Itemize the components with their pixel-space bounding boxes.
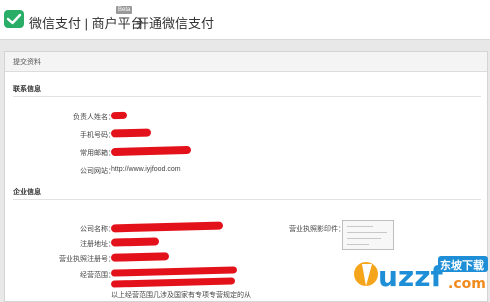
section-divider <box>13 96 481 97</box>
watermark-url: .com <box>448 276 486 292</box>
redacted-email <box>110 145 192 157</box>
top-header: 微信支付 | 商户平台 Beta 开通微信支付 <box>0 0 490 40</box>
business-scope-note: 以上经营范围几涉及国家有专项专营规定的从 <box>111 292 251 299</box>
phone-label: 手机号码： <box>80 132 115 139</box>
panel-header: 提交资料 <box>5 52 487 72</box>
redacted-address <box>110 237 160 247</box>
redacted-scope-line-1 <box>110 266 238 277</box>
redacted-license-number <box>110 252 170 262</box>
name-label: 负责人姓名： <box>73 114 115 121</box>
email-label: 常用邮箱： <box>80 150 115 157</box>
business-scope-label: 经营范围： <box>80 272 115 279</box>
watermark-brand: uzzf <box>378 260 444 293</box>
redacted-name <box>110 111 128 120</box>
address-label: 注册地址： <box>80 241 115 248</box>
contact-section-title: 联系信息 <box>13 86 41 93</box>
license-copy-label: 营业执照影印件： <box>289 226 345 233</box>
section-divider <box>13 199 481 200</box>
panel-heading: 提交资料 <box>13 59 41 66</box>
redacted-phone <box>110 128 152 138</box>
uzzf-watermark-logo: uzzf 东坡下载 .com <box>354 256 488 293</box>
page-subtitle: 开通微信支付 <box>136 16 215 31</box>
watermark-tagline: 东坡下载 <box>440 258 484 272</box>
platform-title: 微信支付 | 商户平台 <box>29 16 144 31</box>
license-number-label: 营业执照注册号： <box>59 256 115 263</box>
company-section-title: 企业信息 <box>13 189 41 196</box>
website-value: http://www.iyjfood.com <box>111 166 181 173</box>
beta-badge: Beta <box>116 6 133 14</box>
company-name-label: 公司名称： <box>80 226 115 233</box>
redacted-company-name <box>110 221 224 233</box>
wechat-pay-logo-icon <box>4 10 24 28</box>
website-label: 公司网站： <box>80 168 115 175</box>
redacted-scope-line-2 <box>110 277 236 288</box>
